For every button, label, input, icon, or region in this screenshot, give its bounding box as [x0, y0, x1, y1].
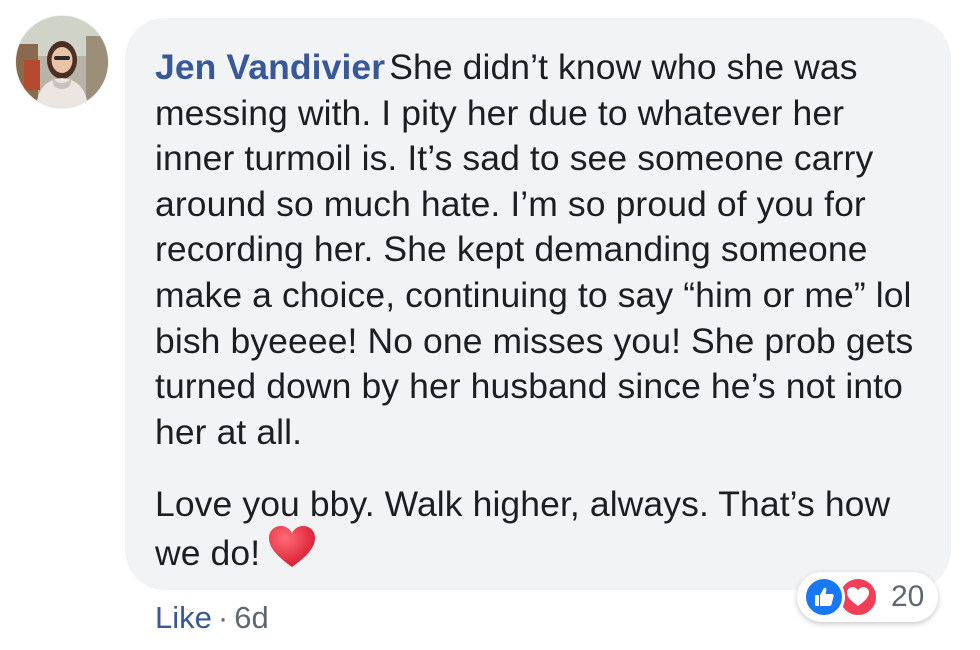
timestamp[interactable]: 6d [234, 600, 268, 636]
author-name[interactable]: Jen Vandivier [155, 47, 385, 87]
comment-paragraph-2-container: Love you bby. Walk higher, always. That’… [155, 482, 923, 583]
comment-bubble: Jen Vandivier She didn’t know who she was… [125, 18, 951, 590]
reaction-count: 20 [891, 580, 925, 613]
red-heart-icon [268, 525, 316, 581]
avatar-photo [16, 16, 108, 108]
comment-paragraph-2: Love you bby. Walk higher, always. That’… [155, 484, 891, 574]
comment-actions: Like · 6d [155, 600, 269, 636]
reactions-summary[interactable]: 20 [797, 572, 939, 622]
like-button[interactable]: Like [155, 600, 212, 636]
separator-dot: · [217, 600, 229, 635]
avatar[interactable] [16, 16, 108, 108]
comment: Jen Vandivier She didn’t know who she was… [0, 0, 980, 650]
like-reaction-icon [803, 576, 845, 618]
comment-text: Jen Vandivier She didn’t know who she was… [155, 45, 923, 455]
comment-paragraph-1: She didn’t know who she was messing with… [155, 47, 914, 452]
